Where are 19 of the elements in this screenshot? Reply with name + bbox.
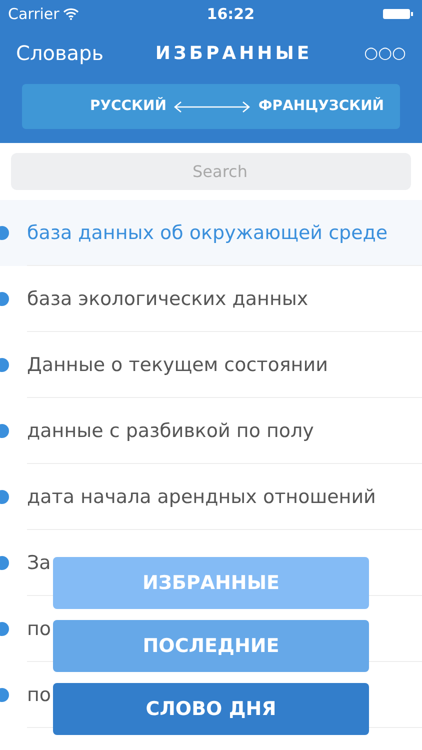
search-field[interactable]: Search [11,153,411,190]
entry-text[interactable]: дата начала арендных отношений [27,482,376,512]
entry-text[interactable]: Данные о текущем состоянии [27,350,328,380]
entry-text[interactable]: база экологических данных [27,284,308,314]
more-button[interactable]: ○○○ [364,41,406,65]
source-language: РУССКИЙ [90,96,166,116]
status-time: 16:22 [206,4,255,25]
entry-text[interactable]: данные с разбивкой по полу [27,416,314,446]
entry-text[interactable]: по [27,680,52,710]
menu-button[interactable]: СЛОВО ДНЯ [53,683,369,735]
battery-icon [382,8,414,20]
target-language: ФРАНЦУЗСКИЙ [258,96,384,116]
carrier-name: Carrier [8,4,60,25]
entry-text[interactable]: За [27,548,51,578]
wifi-icon [63,8,80,20]
double-arrow-icon [174,100,250,112]
back-link[interactable]: Словарь [16,38,104,68]
entry-text[interactable]: по [27,614,52,644]
page-title: ИЗБРАННЫЕ [155,42,312,66]
